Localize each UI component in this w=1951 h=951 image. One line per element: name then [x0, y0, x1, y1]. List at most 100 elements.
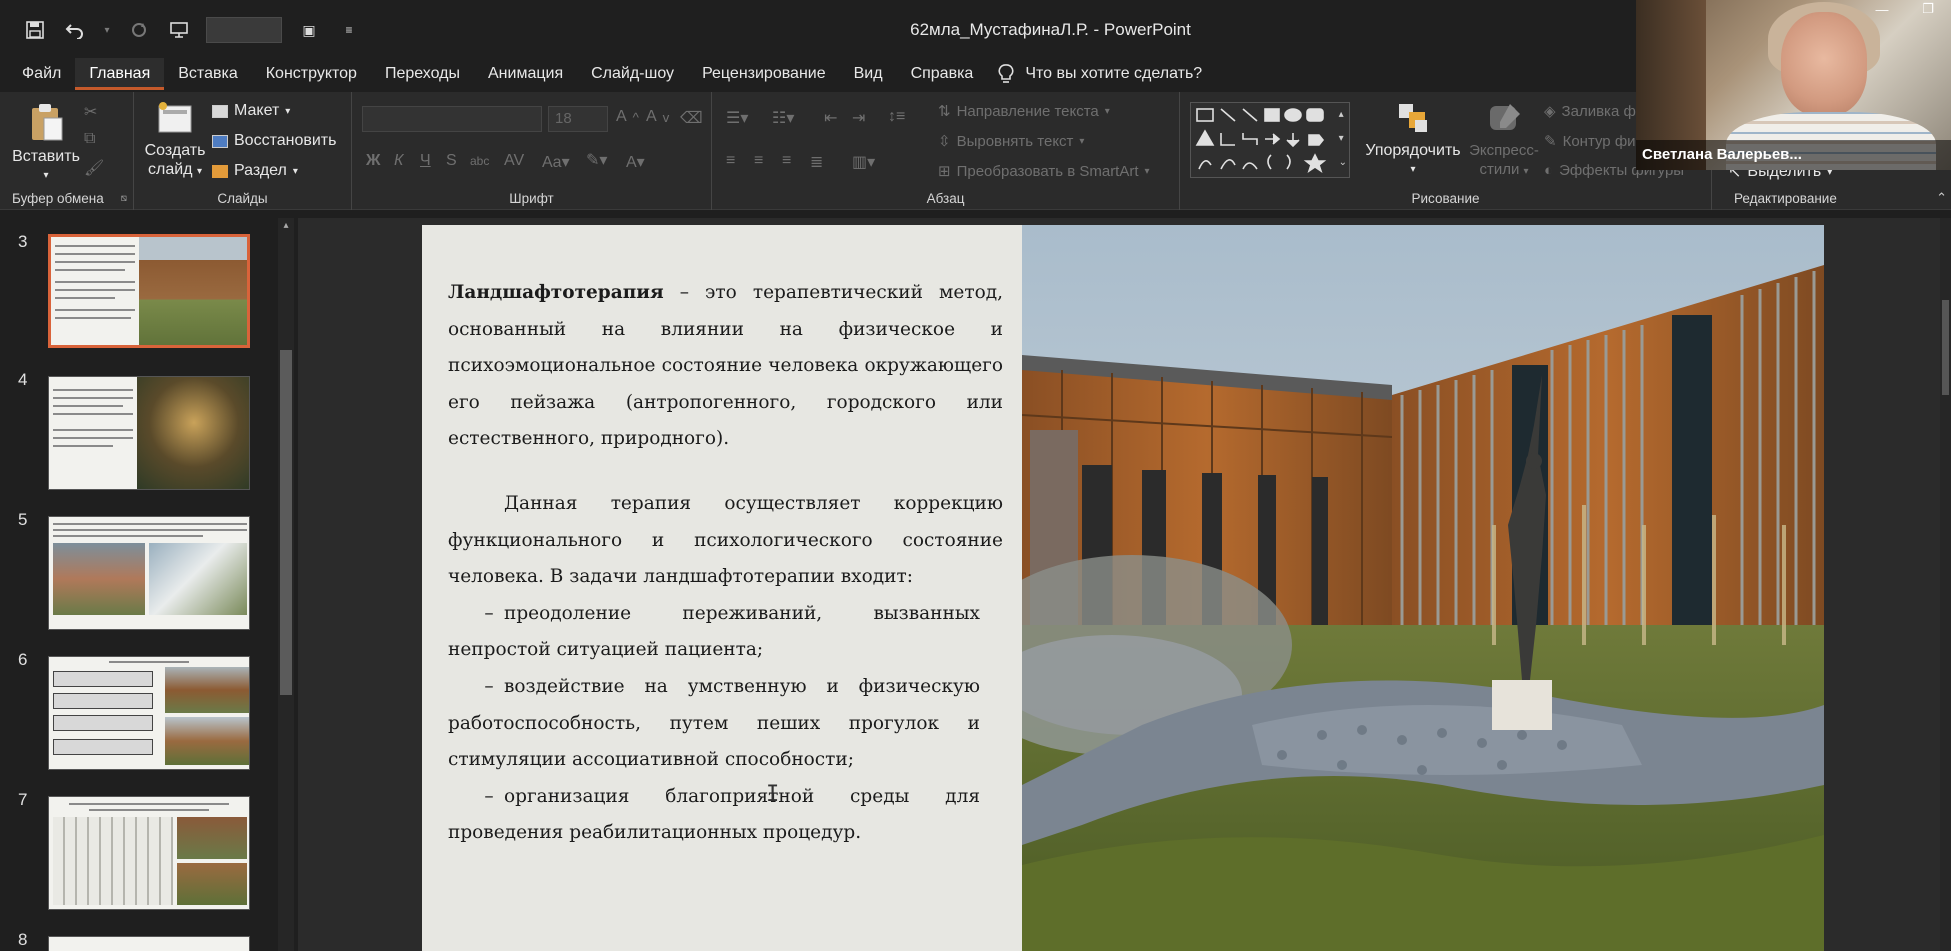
drawing-label: Рисование [1411, 191, 1480, 206]
participant-name: Светлана Валерьев... [1636, 140, 1951, 170]
thumbnail-number: 8 [18, 930, 28, 949]
thumbnail-slide-6[interactable] [48, 656, 250, 770]
thumbnail-image [177, 817, 247, 859]
tab-help[interactable]: Справка [897, 58, 988, 90]
change-case-icon[interactable]: Aa▾ [542, 152, 570, 172]
increase-font-icon[interactable]: A ^ [616, 108, 639, 126]
italic-icon[interactable]: К [394, 152, 403, 170]
webcam-video: Светлана Валерьев... [1636, 0, 1951, 170]
dash-bullet: – [484, 675, 494, 697]
increase-indent-icon[interactable]: ⇥ [852, 108, 865, 128]
bullets-icon[interactable]: ☰▾ [726, 108, 748, 128]
slide-text-box[interactable]: Ландшафтотерапия – это терапевтический м… [448, 275, 1003, 852]
minimize-icon[interactable]: — [1859, 0, 1905, 18]
arrow-shape [53, 693, 153, 709]
thumbnail-image [53, 543, 145, 615]
quick-styles-button[interactable]: Экспресс- стили ▾ [1468, 100, 1540, 181]
editor-scroll-thumb[interactable] [1942, 300, 1949, 395]
text-direction-button[interactable]: ⇅ Направление текста ▾ [938, 102, 1110, 121]
bold-icon[interactable]: Ж [366, 152, 380, 170]
align-text-icon: ⇳ [938, 133, 951, 150]
reset-icon [212, 134, 228, 148]
collapse-ribbon-icon[interactable]: ⌃ [1936, 190, 1947, 206]
spacing-icon[interactable]: AV [504, 152, 524, 170]
align-right-icon[interactable]: ≡ [782, 152, 791, 170]
line-spacing-icon[interactable]: ↕≡ [888, 108, 905, 126]
clipboard-label: Буфер обмена [12, 191, 104, 206]
thumbnail-image [149, 543, 247, 615]
underline-icon[interactable]: Ч [420, 152, 431, 170]
clear-format-icon[interactable]: ⌫ [680, 108, 703, 128]
tab-transitions[interactable]: Переходы [371, 58, 474, 90]
strikethrough-icon[interactable]: abc [470, 154, 489, 168]
restore-icon[interactable]: ❐ [1905, 0, 1951, 18]
align-left-icon[interactable]: ≡ [726, 152, 735, 170]
thumbnail-slide-8[interactable] [48, 936, 250, 951]
slides-label: Слайды [217, 191, 268, 206]
thumbnail-slide-3[interactable] [48, 234, 250, 348]
columns-icon[interactable]: ▥▾ [852, 152, 875, 172]
tab-animations[interactable]: Анимация [474, 58, 577, 90]
paste-icon [32, 104, 63, 141]
decrease-indent-icon[interactable]: ⇤ [824, 108, 837, 128]
definition-text: – это терапевтический метод, основанный … [448, 282, 1003, 450]
tab-view[interactable]: Вид [840, 58, 897, 90]
paste-button[interactable]: Вставить ▾ [10, 102, 82, 185]
tab-insert[interactable]: Вставка [164, 58, 251, 90]
tell-me-text: Что вы хотите сделать? [1025, 65, 1203, 82]
intro-paragraph: Данная терапия осуществляет коррекцию фу… [448, 492, 1003, 588]
font-name-combo[interactable] [362, 106, 542, 132]
tab-review[interactable]: Рецензирование [688, 58, 840, 90]
dash-bullet: – [484, 785, 494, 807]
font-color-icon[interactable]: A▾ [626, 152, 645, 172]
quick-styles-icon [1490, 104, 1520, 130]
cut-icon[interactable]: ✂ [84, 102, 97, 122]
shadow-icon[interactable]: S [446, 152, 457, 170]
scroll-up-icon[interactable]: ▴ [278, 220, 294, 231]
arrange-button[interactable]: Упорядочить ▾ [1358, 100, 1468, 179]
smartart-button[interactable]: ⊞ Преобразовать в SmartArt ▾ [938, 162, 1150, 181]
align-center-icon[interactable]: ≡ [754, 152, 763, 170]
dialog-launcher-icon[interactable]: ⧅ [121, 193, 127, 204]
align-text-button[interactable]: ⇳ Выровнять текст ▾ [938, 132, 1084, 151]
highlight-icon[interactable]: ✎▾ [586, 150, 607, 170]
layout-button[interactable]: Макет ▾ [212, 102, 290, 120]
justify-icon[interactable]: ≣ [810, 152, 823, 172]
effects-icon: ◐ [1544, 162, 1554, 179]
drawing-group: ▴ ▾ ⌄ Упорядочить ▾ Экспресс- стили ▾ ◈ Зал… [1180, 92, 1712, 210]
dash-bullet: – [484, 602, 494, 624]
gallery-scroll-icon[interactable]: ▴ ▾ ⌄ [1339, 103, 1347, 175]
window-controls-top: — ❐ [1859, 0, 1951, 18]
tab-home[interactable]: Главная [75, 58, 165, 90]
editing-label: Редактирование [1734, 191, 1837, 206]
thumbnail-number: 6 [18, 650, 28, 669]
tab-design[interactable]: Конструктор [252, 58, 371, 90]
numbering-icon[interactable]: ☷▾ [772, 108, 794, 128]
thumbnail-image [139, 237, 247, 345]
thumbnail-slide-5[interactable] [48, 516, 250, 630]
paragraph-label: Абзац [926, 191, 965, 206]
list-item: – воздействие на умственную и физическую … [448, 669, 980, 779]
thumbnail-number: 7 [18, 790, 28, 809]
thumbnails-scroll-thumb[interactable] [280, 350, 292, 695]
shapes-gallery[interactable]: ▴ ▾ ⌄ [1190, 102, 1350, 178]
reset-button[interactable]: Восстановить [212, 132, 336, 150]
thumbnail-slide-7[interactable] [48, 796, 250, 910]
smartart-icon: ⊞ [938, 163, 951, 180]
slide-canvas[interactable]: Ландшафтотерапия – это терапевтический м… [422, 225, 1824, 951]
new-slide-button[interactable]: Создать слайд ▾ [142, 100, 208, 181]
list-item: – преодоление переживаний, вызванных непр… [448, 596, 980, 669]
thumbnail-slide-4[interactable] [48, 376, 250, 490]
decrease-font-icon[interactable]: Av [646, 108, 669, 126]
font-label: Шрифт [509, 191, 554, 206]
thumbnail-number: 4 [18, 370, 28, 389]
tab-file[interactable]: Файл [8, 58, 75, 90]
tab-slideshow[interactable]: Слайд-шоу [577, 58, 688, 90]
section-button[interactable]: Раздел ▾ [212, 162, 298, 180]
format-painter-icon[interactable]: 🖌 [84, 158, 104, 178]
tell-me-search[interactable]: Что вы хотите сделать? [997, 63, 1202, 85]
landscape-photo [1022, 225, 1824, 951]
ribbon-tabs: Файл Главная Вставка Конструктор Переход… [0, 58, 1640, 90]
copy-icon[interactable]: ⧉ [84, 130, 95, 148]
font-size-combo[interactable]: 18 [548, 106, 608, 132]
